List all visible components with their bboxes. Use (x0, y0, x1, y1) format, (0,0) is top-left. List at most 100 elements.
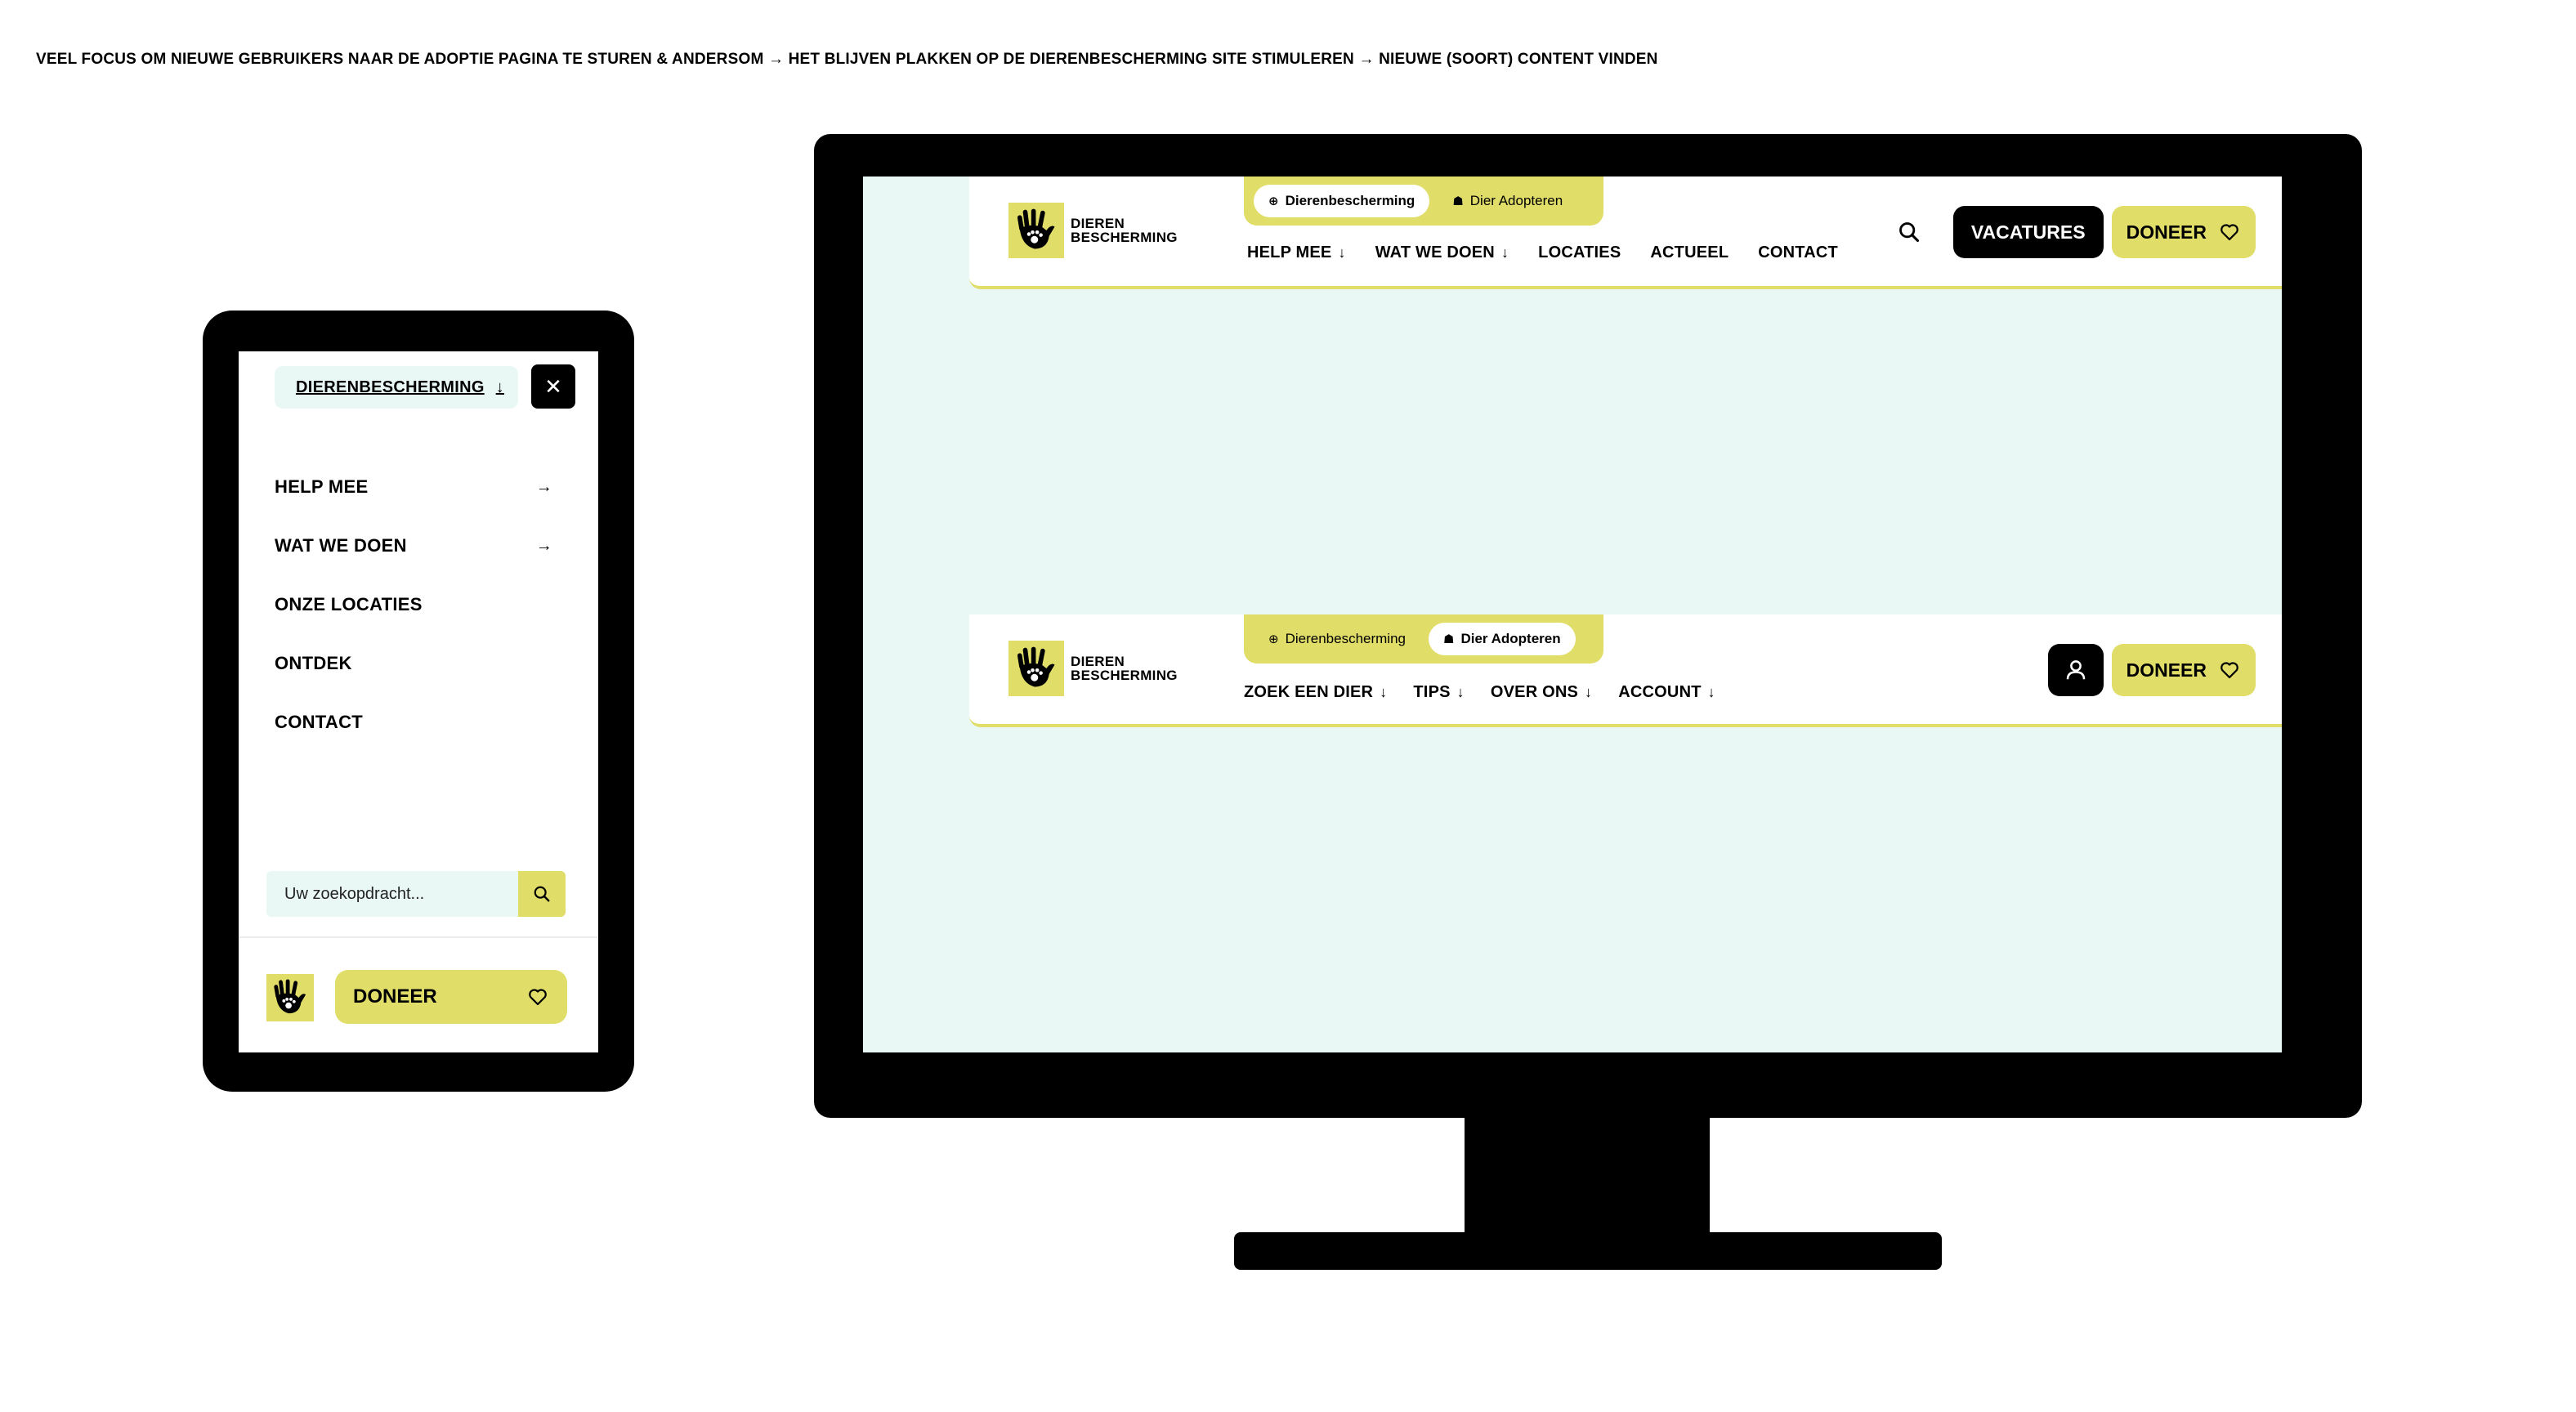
menu-item-help-mee[interactable]: HELP MEE → (275, 458, 552, 516)
close-button[interactable]: ✕ (531, 364, 575, 409)
globe-icon: ⊕ (1268, 194, 1279, 208)
main-menu: ZOEK EEN DIER ↓ TIPS ↓ OVER ONS ↓ ACCOUNT ↓ (1244, 683, 1715, 702)
search-button[interactable] (518, 871, 566, 917)
menu-item-label: OVER ONS (1490, 683, 1579, 701)
tab-dierenbescherming[interactable]: ⊕ Dierenbescherming (1254, 185, 1430, 217)
logo-line-1: DIEREN (1071, 216, 1125, 231)
logo-mark (1008, 203, 1064, 258)
donate-label: DONEER (353, 985, 437, 1008)
menu-item-label: CONTACT (275, 712, 364, 732)
menu-item-ontdek[interactable]: ONTDEK (275, 634, 552, 693)
globe-icon: ⊕ (1268, 632, 1279, 646)
monitor-mockup: DIEREN BESCHERMING ⊕ Dierenbescherming ☗… (814, 134, 2362, 1118)
header-actions: DONEER (2047, 644, 2256, 696)
phone-screen: DIERENBESCHERMING ↓ ✕ HELP MEE → WAT WE … (239, 351, 598, 1052)
paw-icon: ☗ (1442, 632, 1455, 646)
menu-item-label: LOCATIES (1538, 244, 1621, 261)
arrow-down-icon: ↓ (495, 378, 504, 396)
logo[interactable]: DIEREN BESCHERMING (1008, 203, 1178, 258)
logo-mark (1008, 641, 1064, 696)
main-menu: HELP MEE ↓ WAT WE DOEN ↓ LOCATIES ACTUEEL … (1247, 244, 1838, 262)
arrow-down-icon: ↓ (1338, 244, 1346, 261)
mobile-search (266, 871, 566, 917)
menu-item-label: HELP MEE (275, 476, 369, 497)
monitor-stand-neck (1465, 1116, 1710, 1237)
site-selector[interactable]: DIERENBESCHERMING ↓ (275, 366, 518, 409)
menu-item-label: TIPS (1413, 683, 1451, 701)
arrow-down-icon: ↓ (1707, 684, 1715, 700)
logo-wordmark: DIEREN BESCHERMING (1071, 655, 1178, 682)
donate-label: DONEER (2126, 659, 2207, 681)
donate-label: DONEER (2126, 221, 2207, 243)
heart-icon (2220, 662, 2238, 679)
search-icon (1898, 222, 1919, 243)
logo-line-1: DIEREN (1071, 654, 1125, 669)
logo-line-2: BESCHERMING (1071, 230, 1178, 245)
logo-wordmark: DIEREN BESCHERMING (1071, 217, 1178, 244)
donate-button[interactable]: DONEER (2111, 644, 2256, 696)
logo[interactable]: DIEREN BESCHERMING (1008, 641, 1178, 696)
arrow-down-icon: ↓ (1500, 244, 1509, 261)
arrow-down-icon: ↓ (1585, 684, 1593, 700)
user-icon (2066, 660, 2085, 680)
menu-item-over-ons[interactable]: OVER ONS ↓ (1491, 683, 1592, 702)
tab-label: Dierenbescherming (1285, 193, 1415, 208)
menu-item-help-mee[interactable]: HELP MEE ↓ (1247, 244, 1346, 262)
arrow-right-icon: → (535, 536, 552, 555)
menu-item-label: WAT WE DOEN (275, 535, 407, 556)
site-switcher: ⊕ Dierenbescherming ☗ Dier Adopteren (1244, 614, 1603, 664)
menu-item-zoek-een-dier[interactable]: ZOEK EEN DIER ↓ (1244, 683, 1387, 702)
close-icon: ✕ (544, 373, 562, 399)
paw-icon: ☗ (1452, 194, 1464, 208)
heart-icon (529, 989, 547, 1006)
header-actions: VACATURES DONEER (1893, 206, 2256, 258)
arrow-down-icon: ↓ (1456, 684, 1465, 700)
account-button[interactable] (2047, 644, 2104, 696)
menu-item-label: ACCOUNT (1618, 683, 1702, 701)
search-button[interactable] (1893, 216, 1925, 248)
site-switcher: ⊕ Dierenbescherming ☗ Dier Adopteren (1244, 176, 1603, 226)
menu-item-label: HELP MEE (1247, 244, 1332, 261)
tab-label: Dierenbescherming (1285, 631, 1406, 646)
menu-item-wat-we-doen[interactable]: WAT WE DOEN ↓ (1375, 244, 1509, 262)
menu-item-contact[interactable]: CONTACT (1758, 244, 1838, 262)
menu-item-label: ACTUEEL (1650, 244, 1729, 261)
site-selector-label: DIERENBESCHERMING (296, 378, 485, 396)
hand-paw-logo-icon (1017, 646, 1055, 687)
arrow-down-icon: ↓ (1380, 684, 1388, 700)
menu-item-label: WAT WE DOEN (1375, 244, 1495, 261)
logo[interactable] (266, 974, 314, 1021)
search-icon (534, 886, 550, 902)
menu-item-account[interactable]: ACCOUNT ↓ (1618, 683, 1715, 702)
menu-item-actueel[interactable]: ACTUEEL (1650, 244, 1729, 262)
menu-item-contact[interactable]: CONTACT (275, 693, 552, 752)
menu-item-label: CONTACT (1758, 244, 1838, 261)
hand-paw-logo-icon (274, 979, 306, 1014)
menu-item-wat-we-doen[interactable]: WAT WE DOEN → (275, 516, 552, 575)
hand-paw-logo-icon (1017, 208, 1055, 249)
vacatures-label: VACATURES (1970, 221, 2086, 243)
tab-dier-adopteren[interactable]: ☗ Dier Adopteren (1428, 623, 1576, 655)
divider (239, 936, 598, 938)
menu-item-label: ONTDEK (275, 653, 352, 673)
tab-dier-adopteren[interactable]: ☗ Dier Adopteren (1438, 185, 1577, 217)
phone-mockup: DIERENBESCHERMING ↓ ✕ HELP MEE → WAT WE … (203, 311, 634, 1092)
tab-label: Dier Adopteren (1469, 193, 1563, 208)
search-input[interactable] (266, 871, 517, 917)
menu-item-onze-locaties[interactable]: ONZE LOCATIES (275, 575, 552, 634)
arrow-right-icon: → (535, 477, 552, 496)
donate-button[interactable]: DONEER (335, 970, 567, 1024)
menu-item-label: ZOEK EEN DIER (1244, 683, 1374, 701)
heart-icon (2220, 224, 2238, 241)
page-caption: VEEL FOCUS OM NIEUWE GEBRUIKERS NAAR DE … (36, 51, 1658, 68)
menu-item-tips[interactable]: TIPS ↓ (1413, 683, 1464, 702)
desktop-navbar-dier-adopteren: DIEREN BESCHERMING ⊕ Dierenbescherming ☗… (969, 614, 2282, 727)
donate-button[interactable]: DONEER (2111, 206, 2256, 258)
menu-item-label: ONZE LOCATIES (275, 594, 423, 614)
menu-item-locaties[interactable]: LOCATIES (1538, 244, 1621, 262)
monitor-stand-base (1234, 1232, 1942, 1270)
tab-dierenbescherming[interactable]: ⊕ Dierenbescherming (1254, 623, 1420, 655)
desktop-navbar-dierenbescherming: DIEREN BESCHERMING ⊕ Dierenbescherming ☗… (969, 176, 2282, 289)
vacatures-button[interactable]: VACATURES (1952, 206, 2104, 258)
tab-label: Dier Adopteren (1460, 631, 1561, 646)
